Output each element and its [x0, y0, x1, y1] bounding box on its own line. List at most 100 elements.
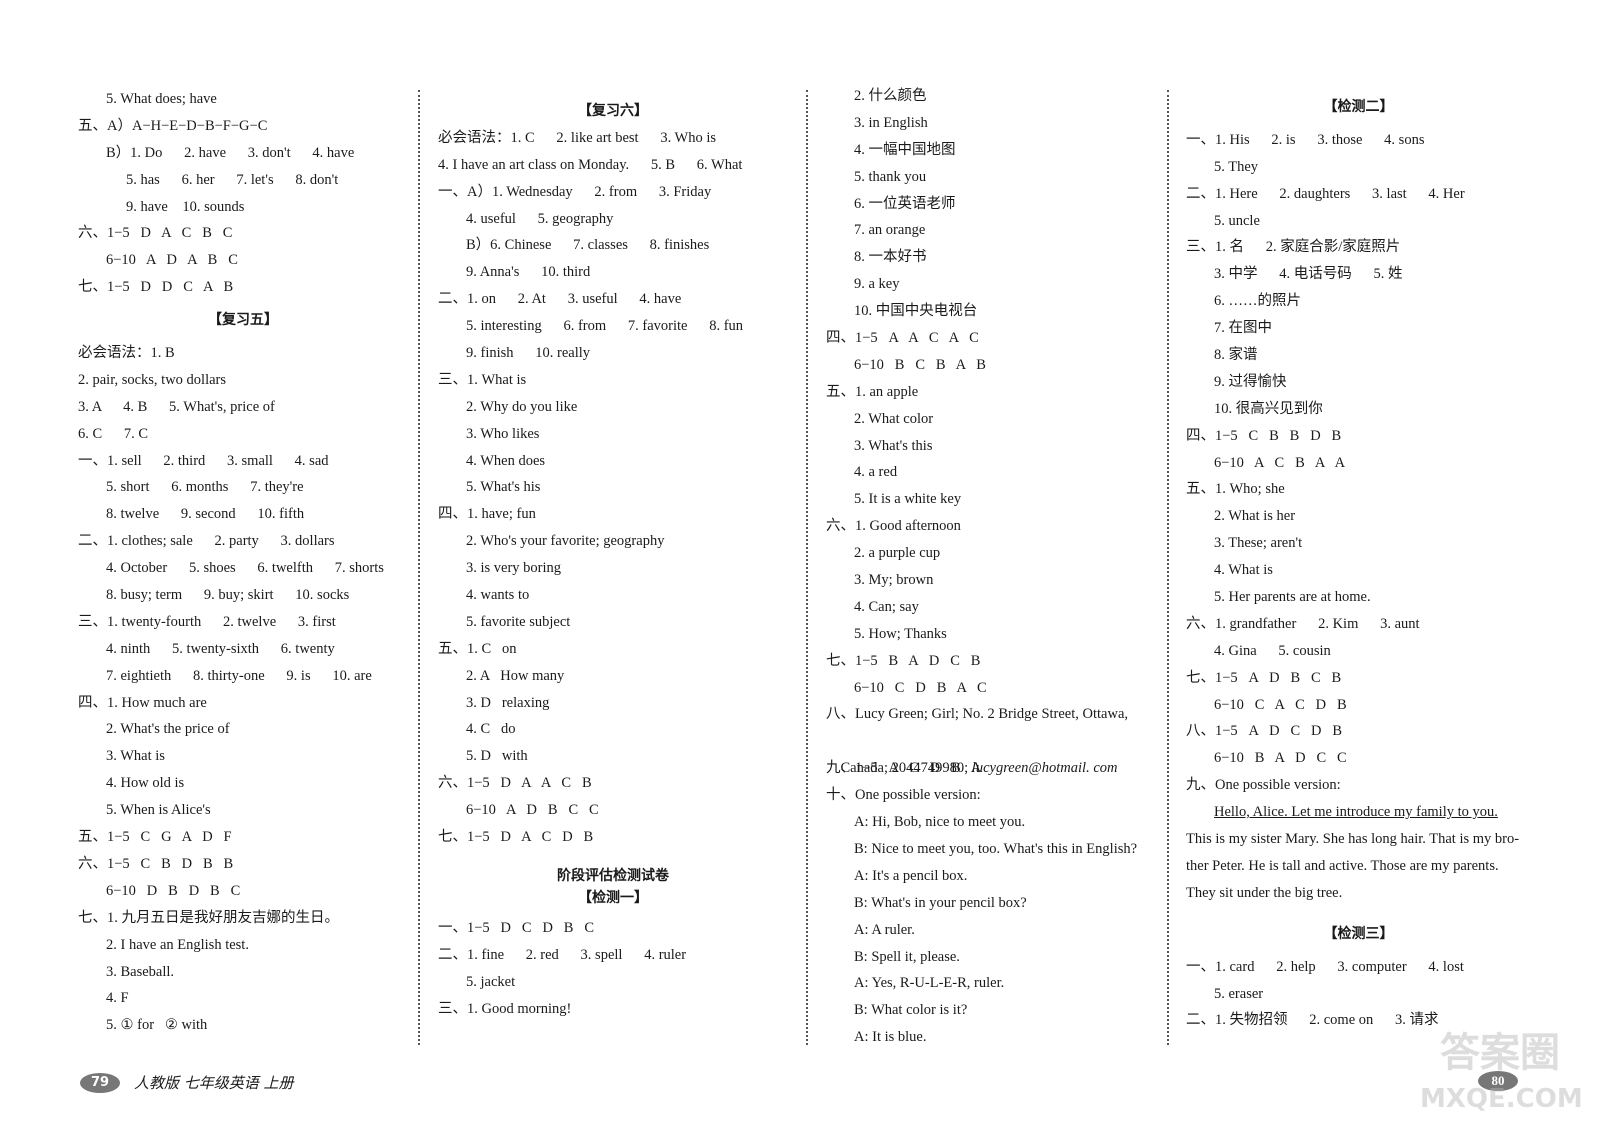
page-footer: 79 人教版 七年级英语 上册 [80, 1072, 294, 1093]
answer-line: 4. F [106, 990, 129, 1007]
answer-line: 4. What is [1214, 562, 1273, 579]
answer-line: Canada; 2044749980; lucygreen@hotmail. c… [826, 728, 1166, 776]
answer-line: 5. What does; have [106, 91, 217, 107]
answer-line: 二、1. Here 2. daughters 3. last 4. Her [1186, 185, 1465, 202]
answer-line: 4. October 5. shoes 6. twelfth 7. shorts [106, 560, 384, 577]
answer-line: 3. A 4. B 5. What's, price of [78, 398, 275, 415]
answer-line: 六、1. Good afternoon [826, 518, 961, 535]
answer-line: 二、1. 失物招领 2. come on 3. 请求 [1186, 1012, 1439, 1029]
answer-line: 一、1. His 2. is 3. those 4. sons [1186, 131, 1425, 148]
watermark-logo-text: 答案圈 [1440, 1030, 1560, 1076]
answer-line: 5. They [1214, 158, 1259, 175]
section-heading: 【检测二】 [1323, 99, 1394, 115]
answer-line: 2. What's the price of [106, 721, 230, 738]
answer-line: 3. 中学 4. 电话号码 5. 姓 [1214, 266, 1403, 283]
section-heading: 【复习五】 [208, 312, 278, 329]
answer-line: 四、1−5 A A C A C [826, 330, 979, 347]
answer-line: 4. useful 5. geography [466, 210, 614, 227]
answer-line: 4. Gina 5. cousin [1214, 642, 1331, 659]
answer-line: 三、1. twenty-fourth 2. twelve 3. first [78, 613, 336, 630]
answer-line: 8. 家谱 [1214, 347, 1258, 364]
answer-line: 2. 什么颜色 [854, 88, 927, 104]
answer-line: 七、1−5 A D B C B [1186, 669, 1342, 686]
answer-line: 6−10 A D B C C [466, 802, 599, 819]
answer-line: 8. twelve 9. second 10. fifth [106, 506, 305, 523]
answer-line: 八、1−5 A D C D B [1186, 723, 1343, 740]
answer-line: 4. 一幅中国地图 [854, 141, 956, 158]
answer-line: 2. Why do you like [466, 398, 578, 415]
answer-line: 4. wants to [466, 587, 530, 604]
answer-line: 2. What is her [1214, 508, 1296, 525]
dialogue-line: A: Hi, Bob, nice to meet you. [854, 814, 1026, 831]
answer-line: 4. I have an art class on Monday. 5. B 6… [438, 156, 743, 173]
answer-line: 2. I have an English test. [106, 936, 249, 953]
column-divider [418, 90, 420, 1045]
answer-line: 5. ① for ② with [106, 1017, 208, 1034]
answer-line: 八、Lucy Green; Girl; No. 2 Bridge Street,… [826, 706, 1129, 723]
answer-line: 一、1−5 D C D B C [438, 919, 595, 936]
answer-line: 6−10 B C B A B [854, 356, 986, 373]
book-title: 人教版 七年级英语 上册 [134, 1074, 294, 1092]
answer-line: 4. Can; say [854, 598, 919, 615]
answer-line: 一、1. sell 2. third 3. small 4. sad [78, 452, 329, 469]
answer-line: 二、1. clothes; sale 2. party 3. dollars [78, 533, 335, 550]
essay-line: This is my sister Mary. She has long hai… [1186, 831, 1520, 848]
answer-line: 4. a red [854, 464, 898, 481]
answer-line: 四、1−5 C B B D B [1186, 427, 1342, 444]
answer-line: 三、1. 名 2. 家庭合影/家庭照片 [1186, 239, 1401, 256]
answer-line: 4. When does [466, 452, 546, 469]
answer-line: 9. 过得愉快 [1214, 373, 1287, 390]
answer-line: 五、A）A−H−E−D−B−F−G−C [78, 117, 268, 134]
answer-line: 5. favorite subject [466, 613, 571, 630]
answer-line: 六、1−5 D A C B C [78, 225, 233, 242]
answer-line: 5. jacket [466, 973, 516, 990]
answer-line: 六、1−5 D A A C B [438, 775, 592, 792]
answer-line: 3. is very boring [466, 560, 562, 577]
answer-line: 5. has 6. her 7. let's 8. don't [126, 171, 339, 188]
dialogue-line: B: What's in your pencil box? [854, 894, 1027, 911]
section-heading: 【检测三】 [1323, 925, 1394, 942]
answer-line: 3. My; brown [854, 572, 934, 589]
answer-line: 六、1. grandfather 2. Kim 3. aunt [1186, 615, 1420, 632]
section-heading: 阶段评估检测试卷 [557, 867, 669, 884]
answer-line: 一、A）1. Wednesday 2. from 3. Friday [438, 183, 712, 200]
answer-line: 7. eightieth 8. thirty-one 9. is 10. are [106, 667, 372, 684]
answer-line: 10. 很高兴见到你 [1214, 400, 1323, 417]
answer-line: 3. D relaxing [466, 694, 550, 711]
answer-line: 二、1. fine 2. red 3. spell 4. ruler [438, 946, 687, 963]
answer-line: 5. eraser [1214, 985, 1264, 1002]
answer-line: 8. busy; term 9. buy; skirt 10. socks [106, 587, 350, 604]
answer-line: B）1. Do 2. have 3. don't 4. have [106, 144, 355, 161]
answer-line: 5. thank you [854, 168, 927, 185]
answer-line: 四、1. How much are [78, 694, 207, 711]
answer-line: 2. a purple cup [854, 545, 941, 562]
dialogue-line: A: It's a pencil box. [854, 867, 968, 884]
section-heading: 【复习六】 [578, 103, 648, 119]
answer-line: 七、1−5 B A D C B [826, 652, 981, 669]
answer-line: 2. pair, socks, two dollars [78, 371, 227, 388]
answer-line: 5. D with [466, 748, 528, 765]
answer-line: 9. have 10. sounds [126, 198, 245, 215]
answer-line: 4. ninth 5. twenty-sixth 6. twenty [106, 640, 335, 657]
answer-line: 3. Who likes [466, 425, 540, 442]
answer-line: 二、1. on 2. At 3. useful 4. have [438, 291, 682, 308]
answer-line: 3. What is [106, 748, 165, 765]
answer-line: 7. an orange [854, 222, 926, 239]
answer-line: 七、1−5 D D C A B [78, 279, 234, 296]
answer-line: B）6. Chinese 7. classes 8. finishes [466, 237, 710, 254]
answer-line: 6. 一位英语老师 [854, 195, 956, 212]
answer-line: 三、1. Good morning! [438, 1000, 572, 1017]
column-2: 【复习六】 必会语法：1. C 2. like art best 3. Who … [438, 98, 788, 1023]
column-1: 5. What does; have 五、A）A−H−E−D−B−F−G−C B… [78, 86, 408, 1039]
answer-line: 9. a key [854, 276, 900, 293]
answer-line: 四、1. have; fun [438, 506, 536, 523]
column-divider [806, 90, 808, 1045]
answer-line: 六、1−5 C B D B B [78, 855, 234, 872]
answer-line: 4. How old is [106, 775, 185, 792]
answer-line: 十、One possible version: [826, 787, 981, 804]
answer-line: 五、1. Who; she [1186, 481, 1285, 498]
dialogue-line: A: Yes, R-U-L-E-R, ruler. [854, 975, 1005, 992]
answer-line: 五、1. C on [438, 640, 517, 657]
answer-line: 必会语法：1. B [78, 345, 175, 362]
answer-line: 5. Her parents are at home. [1214, 589, 1371, 606]
